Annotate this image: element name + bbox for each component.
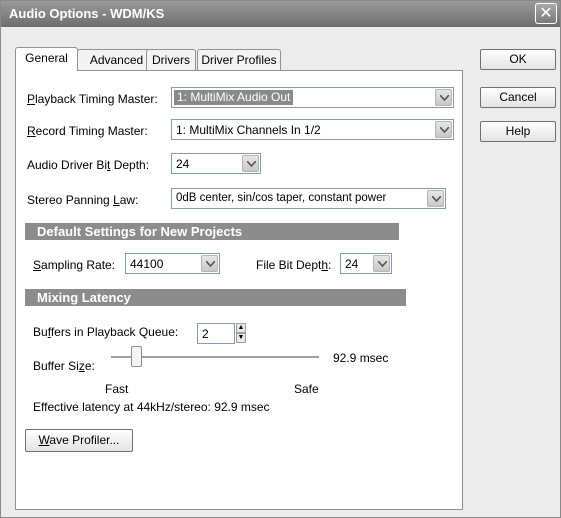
tab-general[interactable]: General xyxy=(15,47,78,71)
help-button[interactable]: Help xyxy=(480,121,556,142)
effective-latency-text: Effective latency at 44kHz/stereo: 92.9 … xyxy=(33,400,270,414)
close-button[interactable]: ✕ xyxy=(535,3,557,24)
general-tab-panel: Playback Timing Master: 1: MultiMix Audi… xyxy=(15,70,463,510)
file-bit-depth-label: File Bit Depth: xyxy=(256,258,332,272)
spinner-up-icon[interactable]: ▲ xyxy=(236,323,246,333)
tab-drivers[interactable]: Drivers xyxy=(146,49,196,70)
spinner-down-icon[interactable]: ▼ xyxy=(236,333,246,343)
chevron-down-icon[interactable] xyxy=(427,190,444,207)
stereo-panning-law-select[interactable]: 0dB center, sin/cos taper, constant powe… xyxy=(171,188,446,209)
playback-timing-master-label: Playback Timing Master: xyxy=(27,92,158,106)
audio-driver-bit-depth-select[interactable]: 24 xyxy=(171,153,261,174)
record-timing-master-label: Record Timing Master: xyxy=(27,124,148,138)
audio-options-dialog: Audio Options - WDM/KS ✕ General Advance… xyxy=(0,0,561,518)
title-bar[interactable]: Audio Options - WDM/KS ✕ xyxy=(1,1,560,27)
chevron-down-icon[interactable] xyxy=(242,155,259,172)
buffers-in-playback-queue-label: Buffers in Playback Queue: xyxy=(33,325,179,339)
record-timing-master-select[interactable]: 1: MultiMix Channels In 1/2 xyxy=(171,119,454,140)
ok-button[interactable]: OK xyxy=(480,49,556,70)
sampling-rate-label: Sampling Rate: xyxy=(33,258,116,272)
tab-driver-profiles[interactable]: Driver Profiles xyxy=(197,49,281,70)
cancel-button[interactable]: Cancel xyxy=(480,87,556,108)
file-bit-depth-select[interactable]: 24 xyxy=(340,253,392,274)
sampling-rate-select[interactable]: 44100 xyxy=(125,253,220,274)
window-title: Audio Options - WDM/KS xyxy=(9,6,165,21)
slider-min-label: Fast xyxy=(105,382,129,396)
chevron-down-icon[interactable] xyxy=(373,255,390,272)
buffer-size-label: Buffer Size: xyxy=(33,359,95,373)
buffers-in-playback-queue-input[interactable]: 2 xyxy=(197,323,235,344)
chevron-down-icon[interactable] xyxy=(201,255,218,272)
buffer-size-value: 92.9 msec xyxy=(333,351,389,365)
close-icon: ✕ xyxy=(539,5,553,22)
audio-driver-bit-depth-label: Audio Driver Bit Depth: xyxy=(27,158,150,172)
default-settings-header: Default Settings for New Projects xyxy=(25,223,399,240)
wave-profiler-button[interactable]: Wave Profiler... xyxy=(25,429,133,452)
playback-timing-master-select[interactable]: 1: MultiMix Audio Out xyxy=(171,87,454,108)
stereo-panning-law-label: Stereo Panning Law: xyxy=(27,193,139,207)
chevron-down-icon[interactable] xyxy=(435,121,452,138)
buffer-size-slider-track[interactable] xyxy=(111,356,319,359)
slider-max-label: Safe xyxy=(294,382,319,396)
buffer-size-slider-thumb[interactable] xyxy=(131,346,142,367)
tab-advanced[interactable]: Advanced xyxy=(77,49,156,70)
mixing-latency-header: Mixing Latency xyxy=(25,289,406,306)
chevron-down-icon[interactable] xyxy=(435,89,452,106)
